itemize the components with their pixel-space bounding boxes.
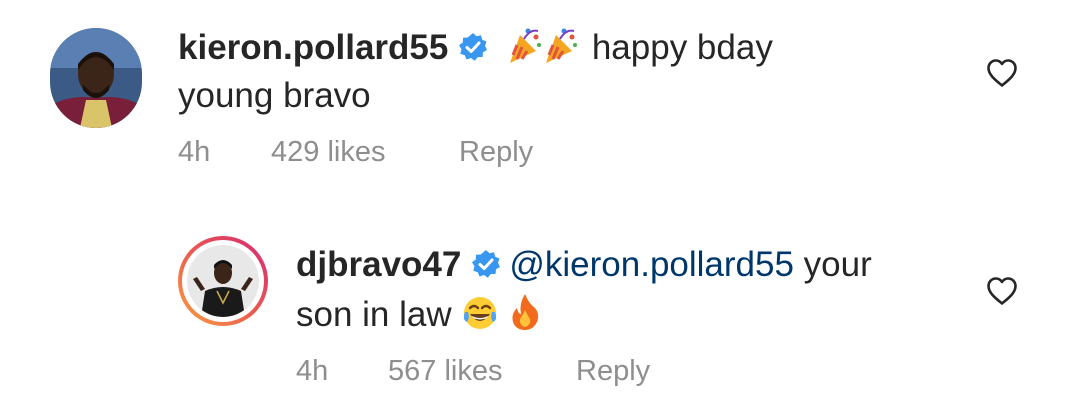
username[interactable]: djbravo47 (296, 245, 461, 284)
comment-text: young bravo (178, 76, 371, 115)
username[interactable]: kieron.pollard55 (178, 28, 448, 67)
reply-button[interactable]: Reply (459, 135, 533, 169)
comment-text-line-1: djbravo47 @kieron.pollard55 your (296, 243, 872, 290)
avatar-kieron-pollard[interactable] (50, 28, 142, 128)
heart-outline-icon[interactable] (986, 276, 1018, 311)
comment-kieron-pollard: kieron.pollard55 happy bday young bravo … (0, 0, 1080, 200)
comment-meta: 4h 429 likes Reply (178, 135, 678, 169)
comment-text-line-1: kieron.pollard55 happy bday (178, 25, 773, 76)
comment-text: your (793, 245, 872, 284)
comment-text: son in law (296, 295, 452, 334)
comment-time: 4h (296, 355, 329, 387)
comment-meta: 4h 567 likes Reply (296, 354, 796, 388)
comment-text: happy bday (591, 28, 773, 67)
avatar-djbravo[interactable] (187, 245, 259, 317)
heart-outline-icon[interactable] (986, 58, 1018, 93)
comment-djbravo: djbravo47 @kieron.pollard55 your son in l… (0, 200, 1080, 418)
mention-link[interactable]: @kieron.pollard55 (509, 245, 794, 284)
verified-badge-icon (471, 246, 501, 290)
comment-time: 4h (178, 136, 211, 168)
like-count[interactable]: 567 likes (388, 354, 502, 388)
verified-badge-icon (458, 29, 488, 73)
party-popper-emoji (542, 25, 578, 76)
reply-button[interactable]: Reply (576, 354, 650, 388)
comment-text-line-2: son in law (296, 292, 541, 343)
party-popper-emoji (506, 25, 542, 76)
comment-text-line-2: young bravo (178, 74, 371, 118)
face-with-tears-of-joy-emoji (461, 294, 499, 343)
like-count[interactable]: 429 likes (271, 135, 385, 169)
fire-emoji (509, 292, 541, 343)
